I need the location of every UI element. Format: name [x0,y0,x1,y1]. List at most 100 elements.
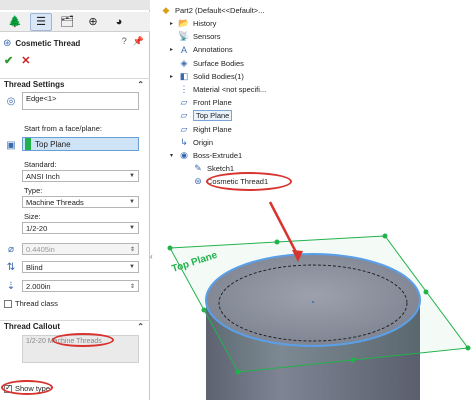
tree-item-label: History [193,19,217,28]
expand-arrow-icon[interactable]: ▾ [170,152,178,159]
expand-arrow-icon[interactable]: ▸ [170,73,178,80]
ok-button[interactable]: ✔ [4,54,13,67]
show-type-highlight-oval [1,380,53,395]
ok-cancel-row: ✔ ✕ [4,54,30,67]
feature-icon: ✎ [194,163,202,174]
feature-icon: ◧ [179,70,189,81]
tree-item[interactable]: ▱ Front Plane [170,96,232,109]
configuration-tab[interactable]: 🗂 [56,13,78,31]
tree-item[interactable]: ▱ Right Plane [170,123,232,136]
feature-icon: ⊛ [194,176,202,187]
collapse-icon: ⌃ [137,322,144,331]
tree-item[interactable]: ⋮ Material <not specifi... [170,83,267,96]
feature-icon: ▱ [180,123,188,134]
tree-item-label: Origin [193,137,214,147]
part-icon: ◆ [162,5,170,15]
cosmetic-thread-icon: ⊛ [3,37,12,49]
depth-icon: ⇣ [6,280,16,292]
annotation-arrow-tree [268,201,300,257]
diameter-field: 0.4405in ⇕ [22,243,139,255]
thread-class-checkbox[interactable] [4,300,12,309]
chevron-down-icon: ▼ [129,173,135,179]
tree-item[interactable]: ▸ A Annotations [170,43,233,56]
collapse-icon: ⌃ [137,80,144,89]
chevron-down-icon: ▼ [129,225,135,231]
panel-top-strip [0,0,150,10]
standard-select[interactable]: ANSI Inch ▼ [22,170,139,182]
chevron-down-icon: ▼ [129,264,135,270]
display-tab[interactable]: ◕ [108,13,130,31]
feature-icon: A [180,44,187,55]
tree-item[interactable]: ▾ ◉ Boss-Extrude1 [170,149,242,162]
cosmetic-thread-circle [218,264,408,342]
start-plane-box[interactable]: Top Plane [22,137,139,151]
expand-arrow-icon[interactable]: ▸ [170,20,178,27]
tree-item-label: Annotations [193,45,233,55]
start-from-label: Start from a face/plane: [24,124,102,133]
plane-handles [167,233,471,375]
feature-icon: ↳ [180,136,188,147]
feature-icon: 📡 [178,31,190,42]
thread-class-row[interactable]: Thread class [4,299,58,309]
thread-callout-header[interactable]: Thread Callout ⌃ [0,320,150,332]
pm-title-row: ⊛ Cosmetic Thread ? 📌 [0,36,150,50]
end-condition-icon: ⇅ [6,261,16,273]
pin-icon[interactable]: 📌 [133,36,144,47]
property-manager-tab[interactable]: ☰ [30,12,52,31]
tree-item[interactable]: ↳ Origin [170,136,213,149]
type-select[interactable]: Machine Threads ▼ [22,196,139,208]
tree-item-label: Solid Bodies(1) [193,71,244,81]
chevron-down-icon: ▼ [129,199,135,205]
plane-color-swatch [25,138,31,150]
feature-icon: ⋮ [179,84,189,94]
tree-item[interactable]: ▱ Top Plane [170,109,233,122]
cylinder-top-face [205,253,421,347]
callout-highlight-oval [52,333,114,347]
help-icon[interactable]: ? [122,36,127,47]
manager-tabs: 🌲 ☰ 🗂 ⊕ ◕ [0,12,150,32]
edge-selection-icon: ◎ [6,95,16,107]
property-manager-panel: 🌲 ☰ 🗂 ⊕ ◕ ⊛ Cosmetic Thread ? 📌 ✔ ✕ Thread S… [0,0,150,400]
tree-item-label: Right Plane [193,124,232,134]
type-label: Type: [24,186,43,195]
tree-item-label: Boss-Extrude1 [193,151,243,160]
size-label: Size: [24,212,41,221]
feature-icon: ▱ [180,97,188,108]
tree-item-label: Top Plane [193,110,233,122]
depth-field[interactable]: 2.000in ⇕ [22,280,139,292]
size-select[interactable]: 1/2-20 ▼ [22,222,139,234]
panel-collapse-handle[interactable]: ‹ [150,252,156,272]
expand-arrow-icon[interactable]: ▸ [170,46,178,53]
tree-item-label: Material <not specifi... [193,85,267,94]
feature-icon: ▱ [180,110,188,121]
thread-settings-header[interactable]: Thread Settings ⌃ [0,78,150,90]
tree-item[interactable]: ◈ Surface Bodies [170,57,244,70]
spin-arrows-icon: ⇕ [129,246,135,253]
solidworks-window: Top Plane ◆ Part2 (Default<<Default>... … [0,0,474,400]
tree-root[interactable]: ◆ Part2 (Default<<Default>... [160,4,265,17]
tree-item-label: Front Plane [193,98,232,108]
tree-item-label: Sensors [193,32,221,42]
cancel-button[interactable]: ✕ [21,54,30,67]
tree-highlight-oval [206,172,292,192]
page-title: Cosmetic Thread [15,38,81,48]
tree-item[interactable]: ▸ 📂 History [170,17,216,30]
dimxpert-tab[interactable]: ⊕ [82,13,104,31]
tree-item[interactable]: ▸ ◧ Solid Bodies(1) [170,70,244,83]
plane-label-graphic: Top Plane [171,250,220,275]
tree-item-label: Surface Bodies [193,58,244,68]
tree-item[interactable]: 📡 Sensors [170,30,221,43]
tree-item-label: Sketch1 [207,164,235,174]
face-plane-icon: ▣ [6,139,16,151]
feature-icon: ◉ [180,150,188,160]
feature-tree: ◆ Part2 (Default<<Default>... ▸ 📂 History 📡… [156,0,474,192]
feature-icon: 📂 [178,18,190,28]
end-condition-select[interactable]: Blind ▼ [22,261,139,273]
cylinder-body [206,300,420,400]
top-plane-outline [169,235,469,373]
edge-selection-box[interactable]: Edge<1> [22,92,139,110]
feature-icon: ◈ [180,57,188,68]
diameter-icon: ⌀ [7,243,15,255]
feature-manager-tab[interactable]: 🌲 [4,13,26,31]
standard-label: Standard: [24,160,57,169]
